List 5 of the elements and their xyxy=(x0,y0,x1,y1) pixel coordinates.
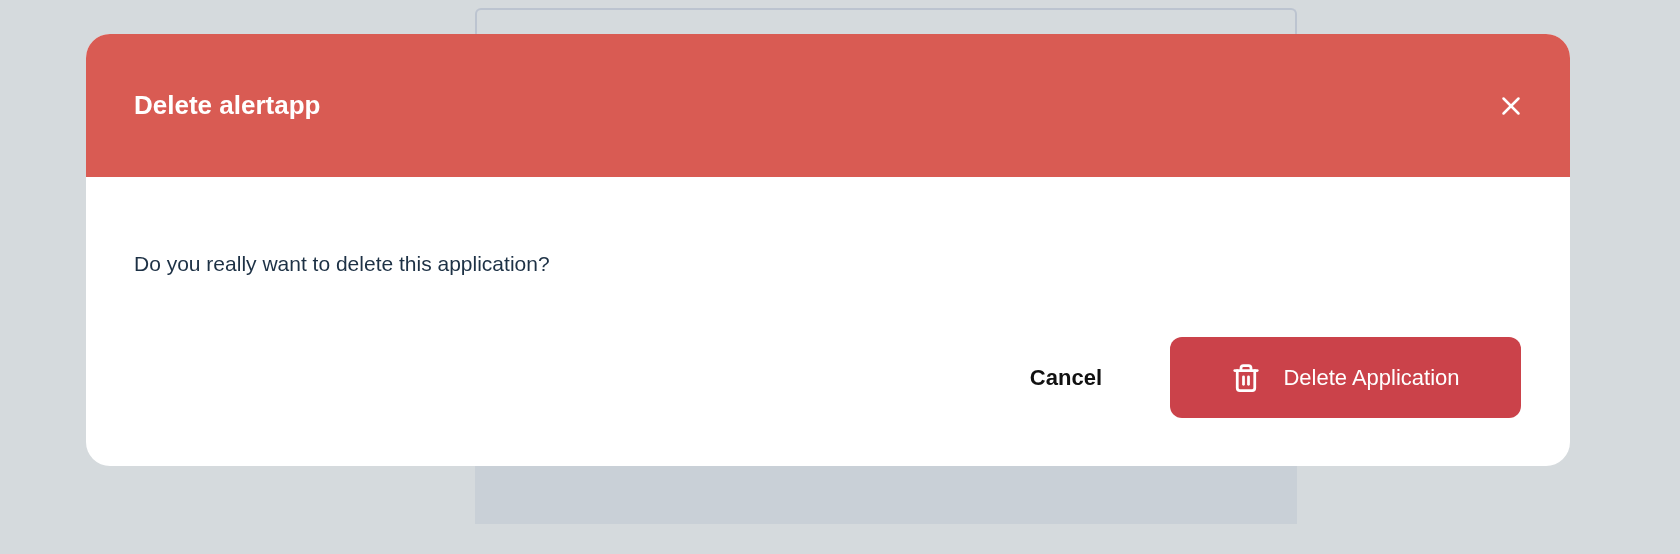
delete-application-button[interactable]: Delete Application xyxy=(1170,337,1521,418)
dialog-message: Do you really want to delete this application? xyxy=(134,252,551,276)
trash-icon xyxy=(1231,362,1262,393)
dialog-title: Delete alertapp xyxy=(134,90,321,121)
cancel-button[interactable]: Cancel xyxy=(1021,356,1110,399)
